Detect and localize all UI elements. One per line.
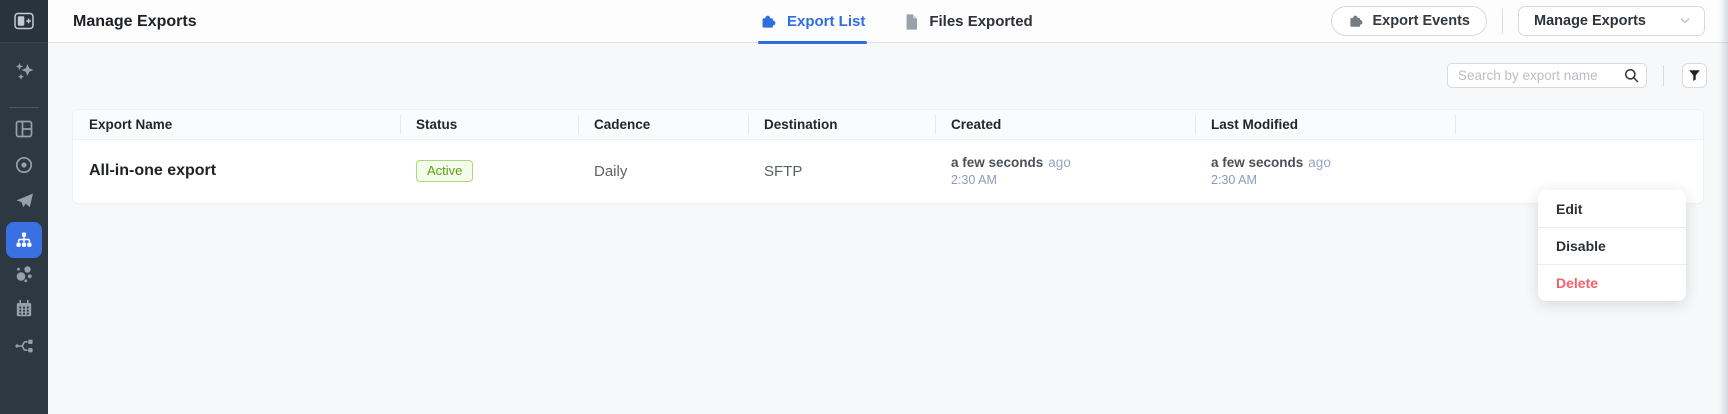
table-toolbar: [48, 44, 1728, 100]
table-row[interactable]: All-in-one export Active Daily SFTP a fe…: [73, 140, 1703, 202]
tab-label: Files Exported: [929, 13, 1032, 30]
sparkles-icon: [14, 61, 34, 81]
export-name[interactable]: All-in-one export: [89, 162, 216, 179]
sidebar-item-audience[interactable]: [0, 256, 48, 292]
column-header-cadence: Cadence: [578, 110, 748, 139]
chevron-down-icon: [1677, 13, 1693, 29]
sidebar-item-calendar[interactable]: [0, 291, 48, 327]
sidebar-item-flows[interactable]: [0, 328, 48, 364]
destination-value: SFTP: [748, 163, 935, 180]
divider: [1663, 65, 1664, 86]
export-events-label: Export Events: [1373, 13, 1471, 29]
column-header-export-name: Export Name: [73, 110, 400, 139]
panel-logo-icon: [14, 12, 34, 30]
menu-item-disable[interactable]: Disable: [1538, 227, 1686, 264]
filter-button[interactable]: [1682, 63, 1707, 88]
sidebar: [0, 0, 48, 414]
filter-icon: [1687, 68, 1702, 83]
export-events-button[interactable]: Export Events: [1331, 6, 1488, 36]
page-title: Manage Exports: [73, 0, 197, 43]
row-context-menu: Edit Disable Delete: [1538, 190, 1686, 301]
menu-item-delete[interactable]: Delete: [1538, 264, 1686, 301]
sitemap-icon: [14, 230, 34, 250]
modified-time: 2:30 AM: [1211, 173, 1455, 187]
cadence-value: Daily: [578, 163, 748, 180]
created-ago-suffix: ago: [1048, 155, 1071, 170]
search-icon: [1623, 67, 1640, 84]
tab-bar: Export List Files Exported: [758, 0, 1035, 43]
column-header-actions: [1455, 110, 1703, 139]
sidebar-item-targeting[interactable]: [0, 147, 48, 183]
search-button[interactable]: [1617, 64, 1646, 87]
dashboard-icon: [14, 119, 34, 139]
exports-table: Export Name Status Cadence Destination C…: [73, 110, 1703, 203]
puzzle-icon: [760, 13, 777, 30]
search-group: [1447, 63, 1647, 88]
menu-item-edit[interactable]: Edit: [1538, 190, 1686, 227]
sidebar-divider: [9, 107, 39, 108]
sidebar-item-assist[interactable]: [0, 53, 48, 89]
top-bar-actions: Export Events Manage Exports: [1331, 6, 1706, 36]
last-modified-cell: a few seconds ago 2:30 AM: [1195, 155, 1455, 187]
column-header-destination: Destination: [748, 110, 935, 139]
dropdown-value: Manage Exports: [1534, 13, 1646, 29]
file-icon: [903, 13, 919, 31]
manage-exports-dropdown[interactable]: Manage Exports: [1518, 6, 1705, 36]
created-relative: a few seconds: [951, 155, 1043, 170]
table-header-row: Export Name Status Cadence Destination C…: [73, 110, 1703, 140]
sidebar-item-campaigns[interactable]: [0, 183, 48, 219]
divider: [1502, 9, 1503, 34]
calendar-icon: [14, 299, 34, 319]
sidebar-item-dashboard[interactable]: [0, 111, 48, 147]
status-badge: Active: [416, 160, 473, 182]
tab-files-exported[interactable]: Files Exported: [901, 0, 1034, 43]
bubbles-icon: [14, 264, 34, 284]
tab-label: Export List: [787, 13, 865, 30]
sidebar-item-exports[interactable]: [6, 222, 42, 258]
column-header-status: Status: [400, 110, 578, 139]
column-header-created: Created: [935, 110, 1195, 139]
modified-ago-suffix: ago: [1308, 155, 1331, 170]
flow-icon: [14, 336, 34, 356]
top-bar: Manage Exports Export List Files Exporte…: [48, 0, 1728, 43]
send-icon: [14, 191, 34, 211]
tab-export-list[interactable]: Export List: [758, 0, 867, 43]
created-time: 2:30 AM: [951, 173, 1195, 187]
target-icon: [14, 155, 34, 175]
column-header-last-modified: Last Modified: [1195, 110, 1455, 139]
puzzle-icon: [1348, 13, 1364, 29]
search-input[interactable]: [1448, 68, 1617, 83]
created-cell: a few seconds ago 2:30 AM: [935, 155, 1195, 187]
sidebar-logo-button[interactable]: [0, 0, 48, 43]
modified-relative: a few seconds: [1211, 155, 1303, 170]
